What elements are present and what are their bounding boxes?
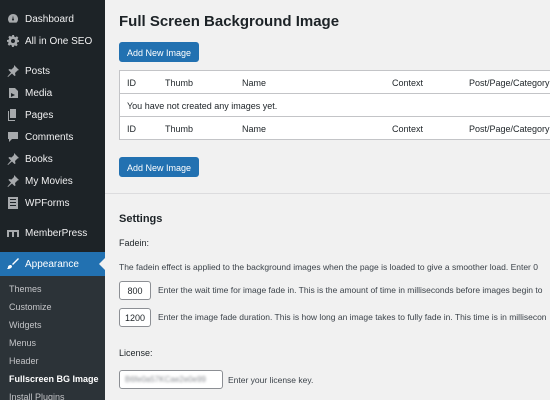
sidebar-item-label: WPForms xyxy=(25,197,70,209)
pin-icon xyxy=(7,175,19,187)
add-new-image-button[interactable]: Add New Image xyxy=(119,42,200,62)
sidebar-item-label: My Movies xyxy=(25,175,73,187)
fadein-description: The fadein effect is applied to the back… xyxy=(119,262,538,272)
submenu-item-install-plugins[interactable]: Install Plugins xyxy=(0,388,105,400)
column-header-name[interactable]: Name xyxy=(242,78,266,88)
sidebar-item-memberpress[interactable]: MemberPress xyxy=(0,222,105,244)
sidebar-item-comments[interactable]: Comments xyxy=(0,126,105,148)
column-header-thumb[interactable]: Thumb xyxy=(165,78,193,88)
sidebar-item-wpforms[interactable]: WPForms xyxy=(0,192,105,214)
fadein-label: Fadein: xyxy=(119,238,150,248)
column-header-id[interactable]: ID xyxy=(127,78,136,88)
fade-duration-input[interactable] xyxy=(119,308,151,327)
submenu-item-widgets[interactable]: Widgets xyxy=(0,316,105,334)
sidebar-item-label: Pages xyxy=(25,109,54,121)
appearance-submenu: Themes Customize Widgets Menus Header Fu… xyxy=(0,276,105,400)
submenu-item-fullscreen-bg-image[interactable]: Fullscreen BG Image xyxy=(0,370,105,388)
sidebar-item-label: All in One SEO xyxy=(25,35,93,47)
dashboard-icon xyxy=(7,13,19,25)
brush-icon xyxy=(7,258,19,270)
table-header-row: ID Thumb Name Context Post/Page/Category xyxy=(120,71,550,94)
sidebar-item-appearance[interactable]: Appearance xyxy=(0,252,105,276)
fade-duration-help: Enter the image fade duration. This is h… xyxy=(158,312,547,322)
table-footer-row: ID Thumb Name Context Post/Page/Category xyxy=(120,116,550,139)
submenu-item-customize[interactable]: Customize xyxy=(0,298,105,316)
license-label: License: xyxy=(119,348,153,358)
empty-table-message: You have not created any images yet. xyxy=(127,101,278,111)
sidebar-item-books[interactable]: Books xyxy=(0,148,105,170)
table-row: You have not created any images yet. xyxy=(120,94,550,116)
settings-heading: Settings xyxy=(119,213,163,225)
sidebar-item-posts[interactable]: Posts xyxy=(0,60,105,82)
submenu-item-header[interactable]: Header xyxy=(0,352,105,370)
sidebar-item-label: Comments xyxy=(25,131,74,143)
column-header-context[interactable]: Context xyxy=(392,78,423,88)
pages-icon xyxy=(7,109,19,121)
fade-wait-time-input[interactable] xyxy=(119,281,151,300)
memberpress-icon xyxy=(7,227,19,239)
sidebar-item-dashboard[interactable]: Dashboard xyxy=(0,8,105,30)
images-table: ID Thumb Name Context Post/Page/Category… xyxy=(119,70,550,140)
submenu-item-themes[interactable]: Themes xyxy=(0,280,105,298)
submenu-item-menus[interactable]: Menus xyxy=(0,334,105,352)
main-content: Full Screen Background Image Add New Ima… xyxy=(105,0,550,400)
column-footer-name[interactable]: Name xyxy=(242,124,266,134)
media-icon xyxy=(7,87,19,99)
pin-icon xyxy=(7,65,19,77)
license-help: Enter your license key. xyxy=(228,375,314,385)
column-footer-thumb[interactable]: Thumb xyxy=(165,124,193,134)
column-footer-post-page-category[interactable]: Post/Page/Category xyxy=(469,124,550,134)
column-footer-context[interactable]: Context xyxy=(392,124,423,134)
column-header-post-page-category[interactable]: Post/Page/Category xyxy=(469,78,550,88)
sidebar-item-label: MemberPress xyxy=(25,227,88,239)
license-key-value: B6fe0a57KCae2e0e99 xyxy=(125,375,206,384)
sidebar-item-label: Books xyxy=(25,153,53,165)
sidebar-item-media[interactable]: Media xyxy=(0,82,105,104)
column-footer-id[interactable]: ID xyxy=(127,124,136,134)
admin-sidebar: Dashboard All in One SEO Posts Media Pag… xyxy=(0,0,105,400)
sidebar-item-my-movies[interactable]: My Movies xyxy=(0,170,105,192)
page-title: Full Screen Background Image xyxy=(119,13,340,30)
gear-icon xyxy=(7,35,19,47)
sidebar-item-label: Posts xyxy=(25,65,51,77)
forms-icon xyxy=(7,197,19,209)
sidebar-item-pages[interactable]: Pages xyxy=(0,104,105,126)
comment-icon xyxy=(7,131,19,143)
sidebar-item-all-in-one-seo[interactable]: All in One SEO xyxy=(0,30,105,52)
fade-wait-time-help: Enter the wait time for image fade in. T… xyxy=(158,285,543,295)
sidebar-item-label: Appearance xyxy=(25,258,79,270)
section-divider xyxy=(105,193,550,194)
license-key-input[interactable]: B6fe0a57KCae2e0e99 xyxy=(119,370,223,389)
sidebar-item-label: Dashboard xyxy=(25,13,74,25)
add-new-image-button-bottom[interactable]: Add New Image xyxy=(119,157,200,177)
sidebar-item-label: Media xyxy=(25,87,53,99)
pin-icon xyxy=(7,153,19,165)
